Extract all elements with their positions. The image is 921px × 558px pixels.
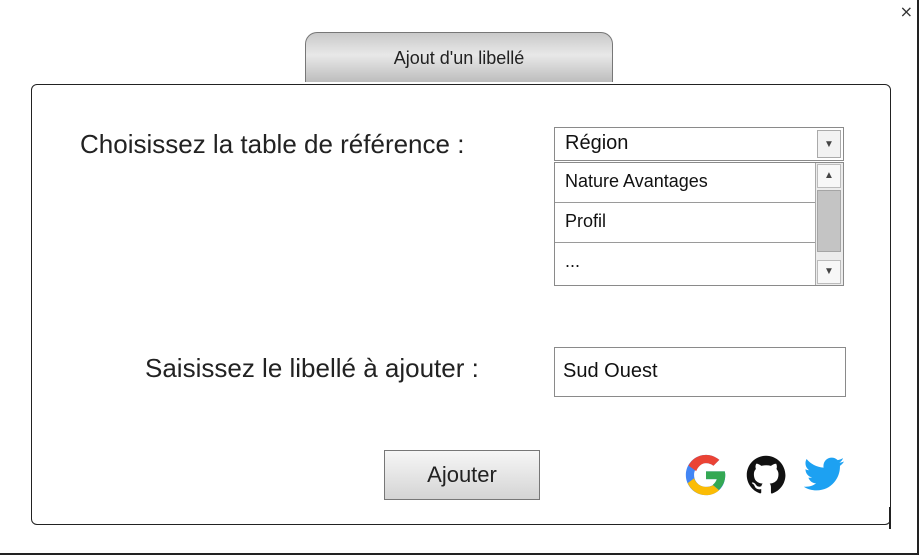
dialog-tab-title: Ajout d'un libellé [305, 32, 613, 82]
select-selected-value: Région [565, 132, 629, 154]
google-icon[interactable] [684, 453, 728, 497]
dialog-panel: Choisissez la table de référence : Régio… [31, 84, 891, 525]
close-icon[interactable]: × [900, 2, 913, 21]
chevron-down-icon[interactable]: ▼ [817, 130, 841, 158]
libelle-input[interactable]: Sud Ouest [554, 347, 846, 397]
scroll-up-icon[interactable]: ▲ [817, 164, 841, 188]
divider [889, 507, 891, 529]
options-scrollbar[interactable]: ▲ ▼ [815, 163, 843, 285]
table-reference-label: Choisissez la table de référence : [80, 129, 465, 159]
table-reference-select[interactable]: Région ▼ [554, 127, 844, 161]
list-item[interactable]: Profil [555, 203, 817, 243]
scrollbar-thumb[interactable] [817, 190, 841, 252]
github-icon[interactable] [744, 453, 788, 497]
scroll-down-icon[interactable]: ▼ [817, 260, 841, 284]
table-reference-options-list[interactable]: Nature Avantages Profil ... ▲ ▼ [554, 162, 844, 286]
libelle-label: Saisissez le libellé à ajouter : [145, 353, 479, 383]
add-button[interactable]: Ajouter [384, 450, 540, 500]
list-item[interactable]: ... [555, 243, 817, 285]
twitter-icon[interactable] [802, 453, 846, 497]
list-item[interactable]: Nature Avantages [555, 163, 817, 203]
